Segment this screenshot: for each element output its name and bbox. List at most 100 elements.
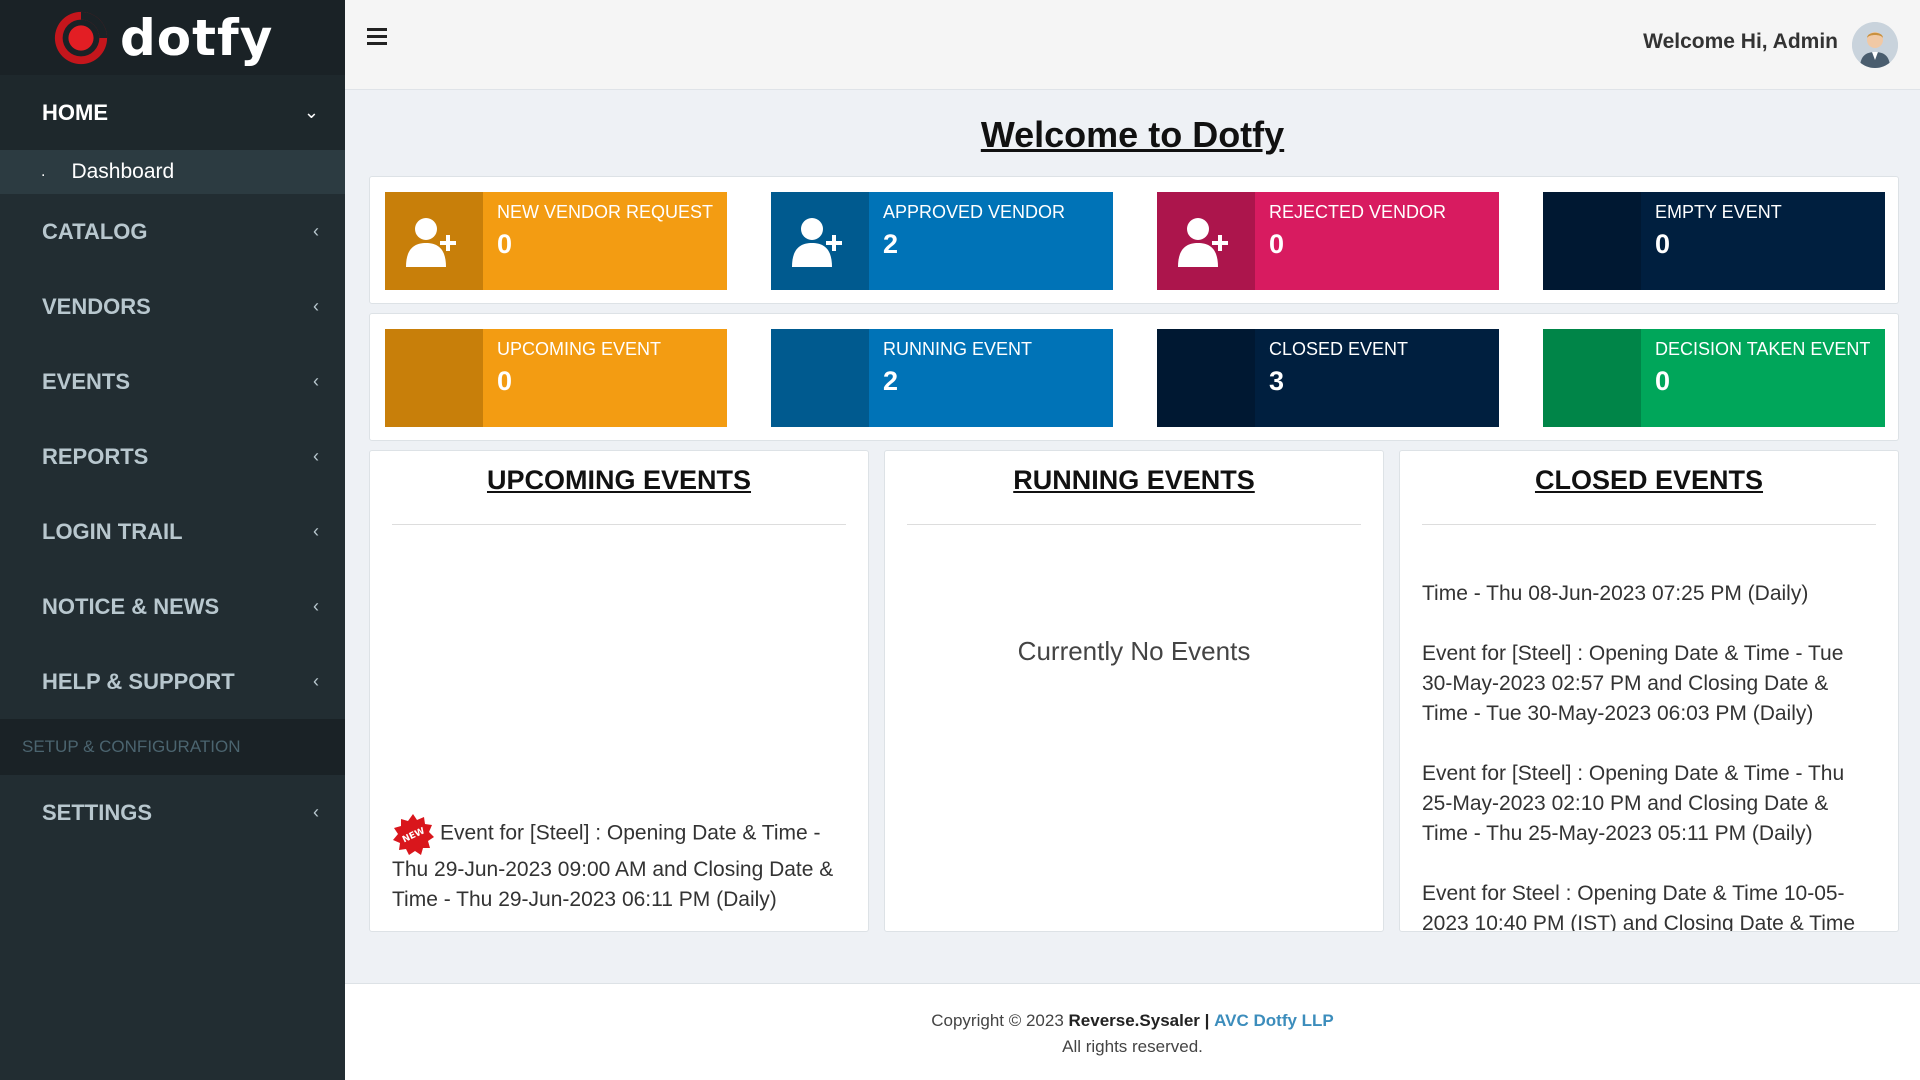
copyright-text: Copyright © 2023 [931,1011,1064,1030]
page-title: Welcome to Dotfy [980,114,1285,155]
chevron-left-icon: ‹ [313,802,319,822]
sidebar-item-label: SETTINGS [42,799,153,825]
stat-label: REJECTED VENDOR [1269,202,1447,222]
stats-row-events: UPCOMING EVENT 0 RUNNING EVENT 2 CLOSED … [369,313,1899,441]
stat-card-rejected-vendor[interactable]: REJECTED VENDOR 0 [1157,192,1499,290]
stat-card-decision-taken-event[interactable]: DECISION TAKEN EVENT 0 [1543,329,1885,427]
chevron-left-icon: ‹ [313,446,319,466]
event-text: Event for [Steel] : Opening Date & Time … [392,821,834,911]
sidebar-section-header: SETUP & CONFIGURATION [0,719,345,775]
closed-events-panel: CLOSED EVENTS Time - Thu 08-Jun-2023 07:… [1399,450,1899,932]
stat-card-running-event[interactable]: RUNNING EVENT 2 [771,329,1113,427]
footer: Copyright © 2023 Reverse.Sysaler | AVC D… [345,983,1920,1080]
add-user-icon [771,192,869,290]
stat-value: 2 [883,366,899,396]
add-user-icon [1157,192,1255,290]
stat-value: 0 [497,366,513,396]
running-events-panel: RUNNING EVENTS Currently No Events [884,450,1384,932]
new-badge-icon: NEW [393,814,434,855]
bullet-icon: . [41,163,46,180]
divider [907,524,1361,525]
panel-title: CLOSED EVENTS [1534,465,1764,495]
stat-label: APPROVED VENDOR [883,202,1066,222]
stat-card-closed-event[interactable]: CLOSED EVENT 3 [1157,329,1499,427]
upcoming-event-item[interactable]: NEW Event for [Steel] : Opening Date & T… [392,813,846,915]
stat-value: 0 [1655,366,1671,396]
sidebar-item-label: VENDORS [42,293,151,319]
partner-link[interactable]: AVC Dotfy LLP [1214,1011,1334,1030]
add-user-icon [385,192,483,290]
sidebar-item-login-trail[interactable]: LOGIN TRAIL ‹ [0,494,345,569]
sidebar-subitem-label: Dashboard [71,160,175,183]
dotfy-logo-icon [54,11,108,64]
chevron-left-icon: ‹ [313,221,319,241]
footer-copyright-line: Copyright © 2023 Reverse.Sysaler | AVC D… [345,1008,1920,1034]
sidebar-item-label: REPORTS [42,443,149,469]
chevron-left-icon: ‹ [313,671,319,691]
brand[interactable]: dotfy [0,0,345,75]
chevron-left-icon: ‹ [313,371,319,391]
user-avatar-icon [1852,22,1898,68]
stat-value: 0 [1655,229,1671,259]
stat-card-new-vendor-request[interactable]: NEW VENDOR REQUEST 0 [385,192,727,290]
list-item: Event for [Steel] : Opening Date & Time … [1422,642,1844,725]
stat-icon-area [1543,192,1641,290]
footer-separator: | [1204,1011,1210,1030]
sidebar-subitem-dashboard[interactable]: . Dashboard [0,150,345,194]
stat-value: 0 [1269,229,1285,259]
stat-label: UPCOMING EVENT [497,339,662,359]
sidebar: dotfy HOME ⌄ . Dashboard CATALOG ‹ VENDO… [0,0,345,1080]
upcoming-events-panel: UPCOMING EVENTS NEW Event for [Steel] : … [369,450,869,932]
stat-label: RUNNING EVENT [883,339,1033,359]
sidebar-item-events[interactable]: EVENTS ‹ [0,344,345,419]
stats-row-vendors: NEW VENDOR REQUEST 0 APPROVED VENDOR 2 R… [369,176,1899,304]
chevron-down-icon: ⌄ [303,102,319,122]
list-item: Event for [Steel] : Opening Date & Time … [1422,762,1845,845]
sidebar-item-vendors[interactable]: VENDORS ‹ [0,269,345,344]
main-content: Welcome to Dotfy NEW VENDOR REQUEST 0 AP… [345,90,1920,932]
chevron-left-icon: ‹ [313,596,319,616]
stat-label: CLOSED EVENT [1269,339,1409,359]
stat-icon-area [385,329,483,427]
welcome-user-text[interactable]: Welcome Hi, Admin [1643,30,1838,54]
company-name: Reverse.Sysaler [1068,1011,1200,1030]
stat-label: EMPTY EVENT [1655,202,1782,222]
stat-value: 0 [496,229,513,259]
empty-state-text: Currently No Events [1017,636,1251,666]
topbar: Welcome Hi, Admin [345,0,1920,90]
stat-value: 3 [1269,366,1285,396]
sidebar-item-label: HOME [42,99,108,125]
chevron-left-icon: ‹ [313,296,319,316]
stat-card-empty-event[interactable]: EMPTY EVENT 0 [1543,192,1885,290]
stat-card-upcoming-event[interactable]: UPCOMING EVENT 0 [385,329,727,427]
stat-icon-area [1543,329,1641,427]
stat-value: 2 [883,229,899,259]
stat-label: DECISION TAKEN EVENT [1655,339,1871,359]
sidebar-item-label: CATALOG [42,218,148,244]
sidebar-item-label: NOTICE & NEWS [42,593,220,619]
sidebar-item-settings[interactable]: SETTINGS ‹ [0,775,345,850]
chevron-left-icon: ‹ [313,521,319,541]
divider [392,524,846,525]
panel-title: UPCOMING EVENTS [486,465,752,495]
list-item: Event for Steel : Opening Date & Time 10… [1422,882,1856,932]
sidebar-item-label: HELP & SUPPORT [42,668,235,694]
menu-toggle-icon[interactable] [367,28,387,46]
rights-text: All rights reserved. [1062,1037,1203,1056]
stat-label: NEW VENDOR REQUEST [496,202,714,222]
sidebar-item-help-support[interactable]: HELP & SUPPORT ‹ [0,644,345,719]
divider [1422,524,1876,525]
avatar[interactable] [1852,22,1898,68]
list-item: Time - Thu 08-Jun-2023 07:25 PM (Daily) [1422,582,1809,605]
closed-events-list[interactable]: Time - Thu 08-Jun-2023 07:25 PM (Daily) … [1422,579,1876,932]
sidebar-item-label: LOGIN TRAIL [42,518,183,544]
sidebar-item-reports[interactable]: REPORTS ‹ [0,419,345,494]
sidebar-item-label: EVENTS [42,368,131,394]
stat-icon-area [1157,329,1255,427]
sidebar-item-home[interactable]: HOME ⌄ [0,75,345,150]
sidebar-item-notice-news[interactable]: NOTICE & NEWS ‹ [0,569,345,644]
sidebar-item-catalog[interactable]: CATALOG ‹ [0,194,345,269]
panel-title: RUNNING EVENTS [1013,465,1255,495]
stat-card-approved-vendor[interactable]: APPROVED VENDOR 2 [771,192,1113,290]
brand-name: dotfy [120,8,274,67]
